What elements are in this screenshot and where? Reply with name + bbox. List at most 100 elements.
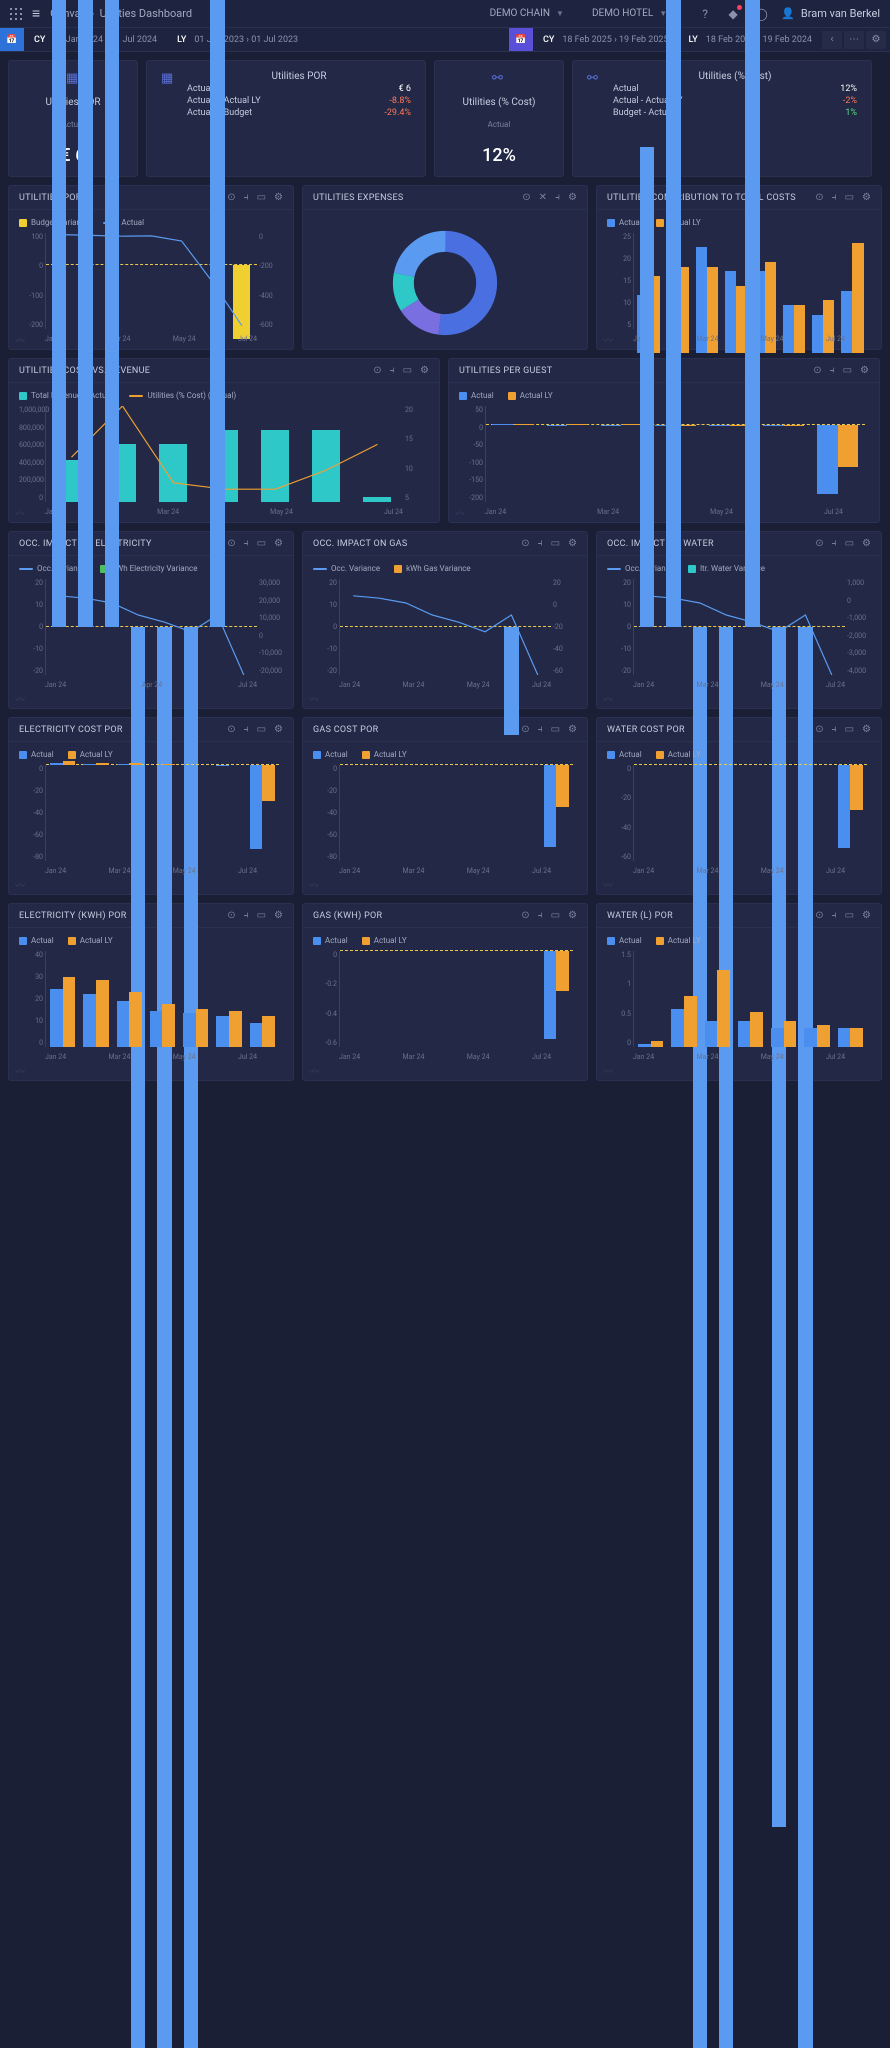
app-logo-icon xyxy=(10,8,22,20)
panel-title: ELECTRICITY COST POR xyxy=(19,725,123,735)
panel-action-icon[interactable]: ▭ xyxy=(257,538,266,549)
panel-action-icon[interactable]: ⚙ xyxy=(568,192,577,203)
panel-electricity-cost-por: ELECTRICITY COST POR⊙⫞▭⚙ActualActual LY0… xyxy=(8,717,294,895)
panel-action-icon[interactable]: ⊙ xyxy=(815,192,823,203)
panel-action-icon[interactable]: ⚙ xyxy=(274,192,283,203)
kpi-utilities-pct: ⚯ Utilities (% Cost) Actual 12% xyxy=(434,60,564,177)
hotel-dropdown[interactable]: DEMO HOTEL ▼ xyxy=(582,8,677,19)
panel-action-icon[interactable]: ⚙ xyxy=(862,724,871,735)
panel-action-icon[interactable]: ▭ xyxy=(551,538,560,549)
notification-icon[interactable]: ◆ xyxy=(725,6,741,22)
panel-action-icon[interactable]: ⚙ xyxy=(274,910,283,921)
panel-title: UTILITIES EXPENSES xyxy=(313,193,404,203)
panel-gas-kwh-por: GAS (KWH) POR⊙⫞▭⚙ActualActual LY0-0.2-0.… xyxy=(302,903,588,1081)
panel-action-icon[interactable]: ⊙ xyxy=(373,365,381,376)
panel-action-icon[interactable]: ⫞ xyxy=(244,538,249,549)
panel-title: UTILITIES POR xyxy=(19,193,82,203)
panel-action-icon[interactable]: ▭ xyxy=(845,910,854,921)
panel-gas-cost-por: GAS COST POR⊙⫞▭⚙ActualActual LY0-20-40-6… xyxy=(302,717,588,895)
panel-action-icon[interactable]: ⊙ xyxy=(815,910,823,921)
panel-action-icon[interactable]: ▭ xyxy=(845,538,854,549)
panel-action-icon[interactable]: ▭ xyxy=(845,192,854,203)
panel-per-guest: UTILITIES PER GUEST⊙⫞▭⚙ActualActual LY50… xyxy=(448,358,880,523)
panel-title: WATER (L) POR xyxy=(607,911,673,921)
user-menu[interactable]: 👤 Bram van Berkel xyxy=(781,7,880,20)
kpi-utilities-pct-detail: ⚯ Utilities (% Cost) Actual12% Actual - … xyxy=(572,60,872,177)
panel-action-icon[interactable]: ✕ xyxy=(539,192,547,203)
panel-action-icon[interactable]: ⫞ xyxy=(555,192,560,203)
panel-occ-gas: OCC. IMPACT ON GAS⊙⫞▭⚙Occ. VariancekWh G… xyxy=(302,531,588,709)
date-range-cy[interactable]: CY 01 Jan 2024 › 01 Jul 2024 xyxy=(24,35,167,45)
panel-action-icon[interactable]: ⫞ xyxy=(390,365,395,376)
panel-title: UTILITIES PER GUEST xyxy=(459,366,552,376)
panel-action-icon[interactable]: ⊙ xyxy=(227,538,235,549)
username: Bram van Berkel xyxy=(801,7,880,20)
panel-action-icon[interactable]: ▭ xyxy=(257,192,266,203)
panel-water-cost-por: WATER COST POR⊙⫞▭⚙ActualActual LY0-20-40… xyxy=(596,717,882,895)
panel-action-icon[interactable]: ⫞ xyxy=(538,910,543,921)
panel-action-icon[interactable]: ⚙ xyxy=(860,365,869,376)
panel-action-icon[interactable]: ⫞ xyxy=(244,724,249,735)
panel-title: UTILITIES CONTRIBUTION TO TOTAL COSTS xyxy=(607,193,796,203)
panel-action-icon[interactable]: ⊙ xyxy=(521,724,529,735)
panel-action-icon[interactable]: ▭ xyxy=(845,724,854,735)
more-button[interactable]: ⋯ xyxy=(844,31,864,49)
prev-button[interactable]: ‹ xyxy=(822,31,842,49)
panel-action-icon[interactable]: ⫞ xyxy=(244,192,249,203)
breadcrumb: Canvas › Utilities Dashboard xyxy=(50,7,192,20)
panel-action-icon[interactable]: ⚙ xyxy=(568,724,577,735)
panel-action-icon[interactable]: ⫞ xyxy=(832,724,837,735)
panel-action-icon[interactable]: ⚙ xyxy=(862,192,871,203)
dropdown-label: DEMO HOTEL xyxy=(592,8,653,19)
panel-action-icon[interactable]: ⚙ xyxy=(568,910,577,921)
dropdown-label: DEMO CHAIN xyxy=(490,8,550,19)
panel-action-icon[interactable]: ⊙ xyxy=(227,724,235,735)
panel-action-icon[interactable]: ⫞ xyxy=(832,910,837,921)
panel-occ-water: OCC. IMPACT ON WATER⊙⫞▭⚙Occ. Varianceltr… xyxy=(596,531,882,709)
help-icon[interactable]: ? xyxy=(697,6,713,22)
settings-icon[interactable]: ⚙ xyxy=(866,31,886,49)
date-range-ly[interactable]: LY 01 Jan 2023 › 01 Jul 2023 xyxy=(167,35,308,45)
panel-title: ELECTRICITY (KWH) POR xyxy=(19,911,127,921)
link-icon: ⚯ xyxy=(492,71,506,85)
panel-action-icon[interactable]: ⊙ xyxy=(227,910,235,921)
panel-action-icon[interactable]: ▭ xyxy=(257,910,266,921)
panel-action-icon[interactable]: ⊙ xyxy=(522,192,530,203)
panel-action-icon[interactable]: ⚙ xyxy=(274,538,283,549)
panel-action-icon[interactable]: ⚙ xyxy=(568,538,577,549)
panel-utilities-expenses: UTILITIES EXPENSES ⊙ ✕ ⫞ ⚙ xyxy=(302,185,588,350)
panel-action-icon[interactable]: ⚙ xyxy=(862,910,871,921)
panel-action-icon[interactable]: ⫞ xyxy=(244,910,249,921)
dashboard-content: ▦ Utilities POR Actual € 6 ▦ Utilities P… xyxy=(0,52,890,1089)
panel-title: GAS (KWH) POR xyxy=(313,911,382,921)
panel-action-icon[interactable]: ⚙ xyxy=(420,365,429,376)
panel-action-icon[interactable]: ⫞ xyxy=(832,538,837,549)
panel-action-icon[interactable]: ⫞ xyxy=(830,365,835,376)
panel-action-icon[interactable]: ⊙ xyxy=(227,192,235,203)
link-icon: ⚯ xyxy=(587,71,601,85)
panel-action-icon[interactable]: ⚙ xyxy=(274,724,283,735)
chain-dropdown[interactable]: DEMO CHAIN ▼ xyxy=(480,8,574,19)
panel-occ-electricity: OCC. IMPACT ON ELECTRICITY⊙⫞▭⚙Occ. Varia… xyxy=(8,531,294,709)
panel-action-icon[interactable]: ▭ xyxy=(257,724,266,735)
panel-action-icon[interactable]: ⫞ xyxy=(538,538,543,549)
panel-title: OCC. IMPACT ON WATER xyxy=(607,539,714,549)
panel-action-icon[interactable]: ▭ xyxy=(551,910,560,921)
bed-icon: ▦ xyxy=(161,71,175,85)
panel-action-icon[interactable]: ▭ xyxy=(843,365,852,376)
chevron-down-icon: ▼ xyxy=(556,9,564,18)
menu-icon[interactable]: ≡ xyxy=(32,5,40,22)
panel-action-icon[interactable]: ⚙ xyxy=(862,538,871,549)
panel-action-icon[interactable]: ⊙ xyxy=(813,365,821,376)
panel-action-icon[interactable]: ⊙ xyxy=(815,538,823,549)
panel-action-icon[interactable]: ⫞ xyxy=(832,192,837,203)
date-icon-cy2[interactable]: 📅 xyxy=(509,28,533,51)
date-range-cy2[interactable]: CY 18 Feb 2025 › 19 Feb 2025 xyxy=(533,35,679,45)
panel-action-icon[interactable]: ⊙ xyxy=(521,538,529,549)
panel-action-icon[interactable]: ⊙ xyxy=(521,910,529,921)
panel-action-icon[interactable]: ⫞ xyxy=(538,724,543,735)
panel-action-icon[interactable]: ▭ xyxy=(403,365,412,376)
panel-action-icon[interactable]: ⊙ xyxy=(815,724,823,735)
panel-action-icon[interactable]: ▭ xyxy=(551,724,560,735)
date-icon-cy[interactable]: 📅 xyxy=(0,28,24,51)
